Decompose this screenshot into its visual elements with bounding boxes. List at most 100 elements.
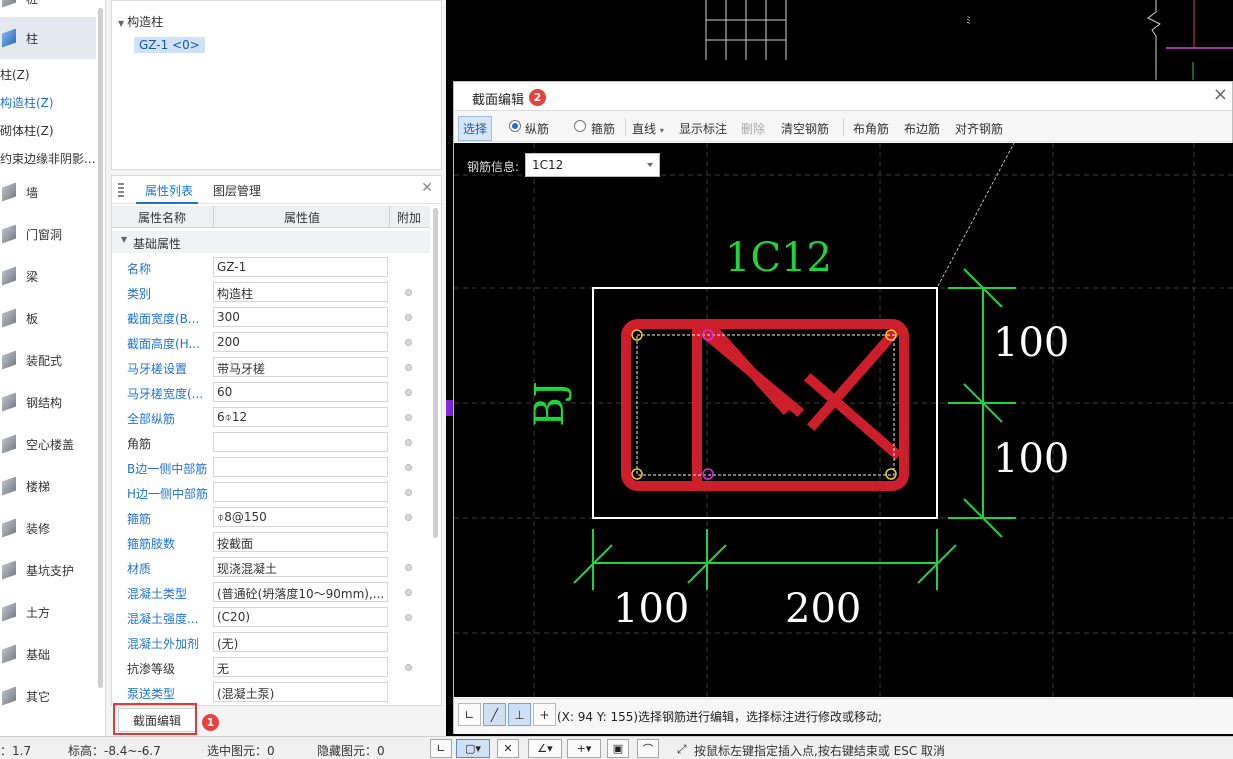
perpendicular-icon[interactable]: ⊥ bbox=[508, 703, 531, 726]
attach-checkbox[interactable] bbox=[405, 564, 412, 571]
insert-point-icon[interactable]: + bbox=[533, 703, 556, 726]
property-value-field[interactable]: 按截面 bbox=[213, 532, 388, 552]
line-mode-dropdown[interactable]: 直线 ▾ bbox=[632, 120, 664, 137]
stirrup-radio[interactable] bbox=[574, 120, 586, 132]
property-row[interactable]: 箍筋 ⌽8@150 bbox=[112, 505, 430, 530]
property-row[interactable]: 名称 GZ-1 bbox=[112, 255, 430, 280]
attach-checkbox[interactable] bbox=[405, 439, 412, 446]
attach-checkbox[interactable] bbox=[405, 589, 412, 596]
nav-category-decoration[interactable]: 装修 bbox=[0, 508, 105, 548]
property-row[interactable]: 截面宽度(B... 300 bbox=[112, 305, 430, 330]
property-row[interactable]: 抗渗等级 无 bbox=[112, 655, 430, 680]
tab-property-list[interactable]: 属性列表 bbox=[145, 182, 193, 199]
property-row[interactable]: 混凝土外加剂 (无) bbox=[112, 630, 430, 655]
property-value-field[interactable]: 现浇混凝土 bbox=[213, 557, 388, 577]
insert-icon[interactable]: +▾ bbox=[567, 739, 601, 758]
property-value-field[interactable]: 带马牙槎 bbox=[213, 357, 388, 377]
collapse-arrow-icon[interactable]: ▼ bbox=[118, 19, 124, 28]
property-row[interactable]: 马牙槎设置 带马牙槎 bbox=[112, 355, 430, 380]
property-value-field[interactable]: (C20) bbox=[213, 607, 388, 627]
attach-checkbox[interactable] bbox=[405, 664, 412, 671]
property-value-field[interactable]: (普通砼(坍落度10～90mm),... bbox=[213, 582, 388, 602]
property-group-basic[interactable]: ▼ 基础属性 bbox=[112, 231, 430, 253]
dimension-bottom-right[interactable]: 200 bbox=[785, 586, 861, 632]
align-rebar-button[interactable]: 对齐钢筋 bbox=[955, 120, 1003, 137]
nav-category-slab[interactable]: 板 bbox=[0, 298, 105, 338]
attach-checkbox[interactable] bbox=[405, 464, 412, 471]
drag-grip-icon[interactable] bbox=[118, 183, 124, 197]
property-value-field[interactable]: 6⌽12 bbox=[213, 407, 388, 427]
nav-sub-constraint-edge[interactable]: 约束边缘非阴影... bbox=[0, 146, 105, 170]
nav-scrollbar[interactable] bbox=[98, 8, 103, 688]
longitudinal-label[interactable]: 纵筋 bbox=[525, 120, 549, 137]
rebar-label[interactable]: 1C12 bbox=[725, 235, 832, 281]
nav-category-prefab[interactable]: 装配式 bbox=[0, 340, 105, 380]
property-row[interactable]: 材质 现浇混凝土 bbox=[112, 555, 430, 580]
rect-select-icon[interactable]: ▢▾ bbox=[456, 739, 490, 758]
property-value-field[interactable] bbox=[213, 482, 388, 502]
attach-checkbox[interactable] bbox=[405, 389, 412, 396]
nav-category-stair[interactable]: 楼梯 bbox=[0, 466, 105, 506]
property-row[interactable]: 马牙槎宽度(... 60 bbox=[112, 380, 430, 405]
property-row[interactable]: 箍筋肢数 按截面 bbox=[112, 530, 430, 555]
property-row[interactable]: 混凝土类型 (普通砼(坍落度10～90mm),... bbox=[112, 580, 430, 605]
property-value-field[interactable]: 构造柱 bbox=[213, 282, 388, 302]
longitudinal-radio[interactable] bbox=[509, 120, 521, 132]
nav-category-door-window[interactable]: 门窗洞 bbox=[0, 214, 105, 254]
collapse-arrow-icon[interactable]: ▼ bbox=[121, 235, 127, 244]
property-value-field[interactable] bbox=[213, 432, 388, 452]
view-icon[interactable]: ▣ bbox=[607, 739, 629, 758]
property-value-field[interactable]: (无) bbox=[213, 632, 388, 652]
attach-checkbox[interactable] bbox=[405, 614, 412, 621]
nav-category-pit-support[interactable]: 基坑支护 bbox=[0, 550, 105, 590]
arc-icon[interactable]: ⌒ bbox=[637, 739, 659, 758]
section-drawing-canvas[interactable]: 1C12 BJ 100 100 100 200 钢筋信息: 1C12 bbox=[454, 143, 1233, 697]
property-row[interactable]: 全部纵筋 6⌽12 bbox=[112, 405, 430, 430]
nav-category-other[interactable]: 其它 bbox=[0, 676, 105, 716]
property-row[interactable]: 泵送类型 (混凝土泵) bbox=[112, 680, 430, 705]
edge-rebar-button[interactable]: 布边筋 bbox=[904, 120, 940, 137]
dimension-bottom-left[interactable]: 100 bbox=[613, 586, 689, 632]
property-value-field[interactable] bbox=[213, 457, 388, 477]
attach-checkbox[interactable] bbox=[405, 314, 412, 321]
attach-checkbox[interactable] bbox=[405, 339, 412, 346]
property-row[interactable]: 混凝土强度... (C20) bbox=[112, 605, 430, 630]
close-icon[interactable]: ✕ bbox=[421, 180, 433, 196]
line-snap-icon[interactable]: ╱ bbox=[483, 703, 506, 726]
rebar-info-select[interactable]: 1C12 bbox=[525, 153, 660, 177]
ortho-toggle-icon[interactable]: ∟ bbox=[430, 739, 452, 758]
nav-sub-column[interactable]: 柱(Z) bbox=[0, 62, 105, 86]
nav-category-pile[interactable]: 桩 bbox=[0, 0, 105, 18]
nav-category-hollow-floor[interactable]: 空心楼盖 bbox=[0, 424, 105, 464]
property-value-field[interactable]: (混凝土泵) bbox=[213, 682, 388, 702]
dimension-right-top[interactable]: 100 bbox=[993, 320, 1069, 366]
tree-item-gz1[interactable]: GZ-1 <0> bbox=[134, 37, 205, 53]
property-row[interactable]: H边一侧中部筋 bbox=[112, 480, 430, 505]
property-row[interactable]: 角筋 bbox=[112, 430, 430, 455]
nav-category-column[interactable]: 柱 bbox=[0, 18, 105, 58]
angle-icon[interactable]: ∠▾ bbox=[528, 739, 562, 758]
property-row[interactable]: 类别 构造柱 bbox=[112, 280, 430, 305]
side-label[interactable]: BJ bbox=[527, 374, 573, 434]
nav-category-foundation[interactable]: 基础 bbox=[0, 634, 105, 674]
clear-rebar-button[interactable]: 清空钢筋 bbox=[781, 120, 829, 137]
tab-layer-manager[interactable]: 图层管理 bbox=[213, 182, 261, 199]
cross-select-icon[interactable]: ✕ bbox=[497, 739, 519, 758]
select-button[interactable]: 选择 bbox=[458, 116, 493, 141]
property-value-field[interactable]: ⌽8@150 bbox=[213, 507, 388, 527]
property-value-field[interactable]: 无 bbox=[213, 657, 388, 677]
properties-scrollbar[interactable] bbox=[433, 208, 438, 538]
property-row[interactable]: 截面高度(H... 200 bbox=[112, 330, 430, 355]
attach-checkbox[interactable] bbox=[405, 489, 412, 496]
attach-checkbox[interactable] bbox=[405, 289, 412, 296]
property-value-field[interactable]: 200 bbox=[213, 332, 388, 352]
nav-category-wall[interactable]: 墙 bbox=[0, 172, 105, 212]
property-value-field[interactable]: 60 bbox=[213, 382, 388, 402]
corner-rebar-button[interactable]: 布角筋 bbox=[853, 120, 889, 137]
nav-sub-masonry-column[interactable]: 砌体柱(Z) bbox=[0, 118, 105, 142]
dialog-close-button[interactable]: × bbox=[1213, 84, 1228, 105]
orthogonal-icon[interactable]: ∟ bbox=[458, 703, 481, 726]
stirrup-label[interactable]: 箍筋 bbox=[591, 120, 615, 137]
nav-category-steel[interactable]: 钢结构 bbox=[0, 382, 105, 422]
property-value-field[interactable]: GZ-1 bbox=[213, 257, 388, 277]
